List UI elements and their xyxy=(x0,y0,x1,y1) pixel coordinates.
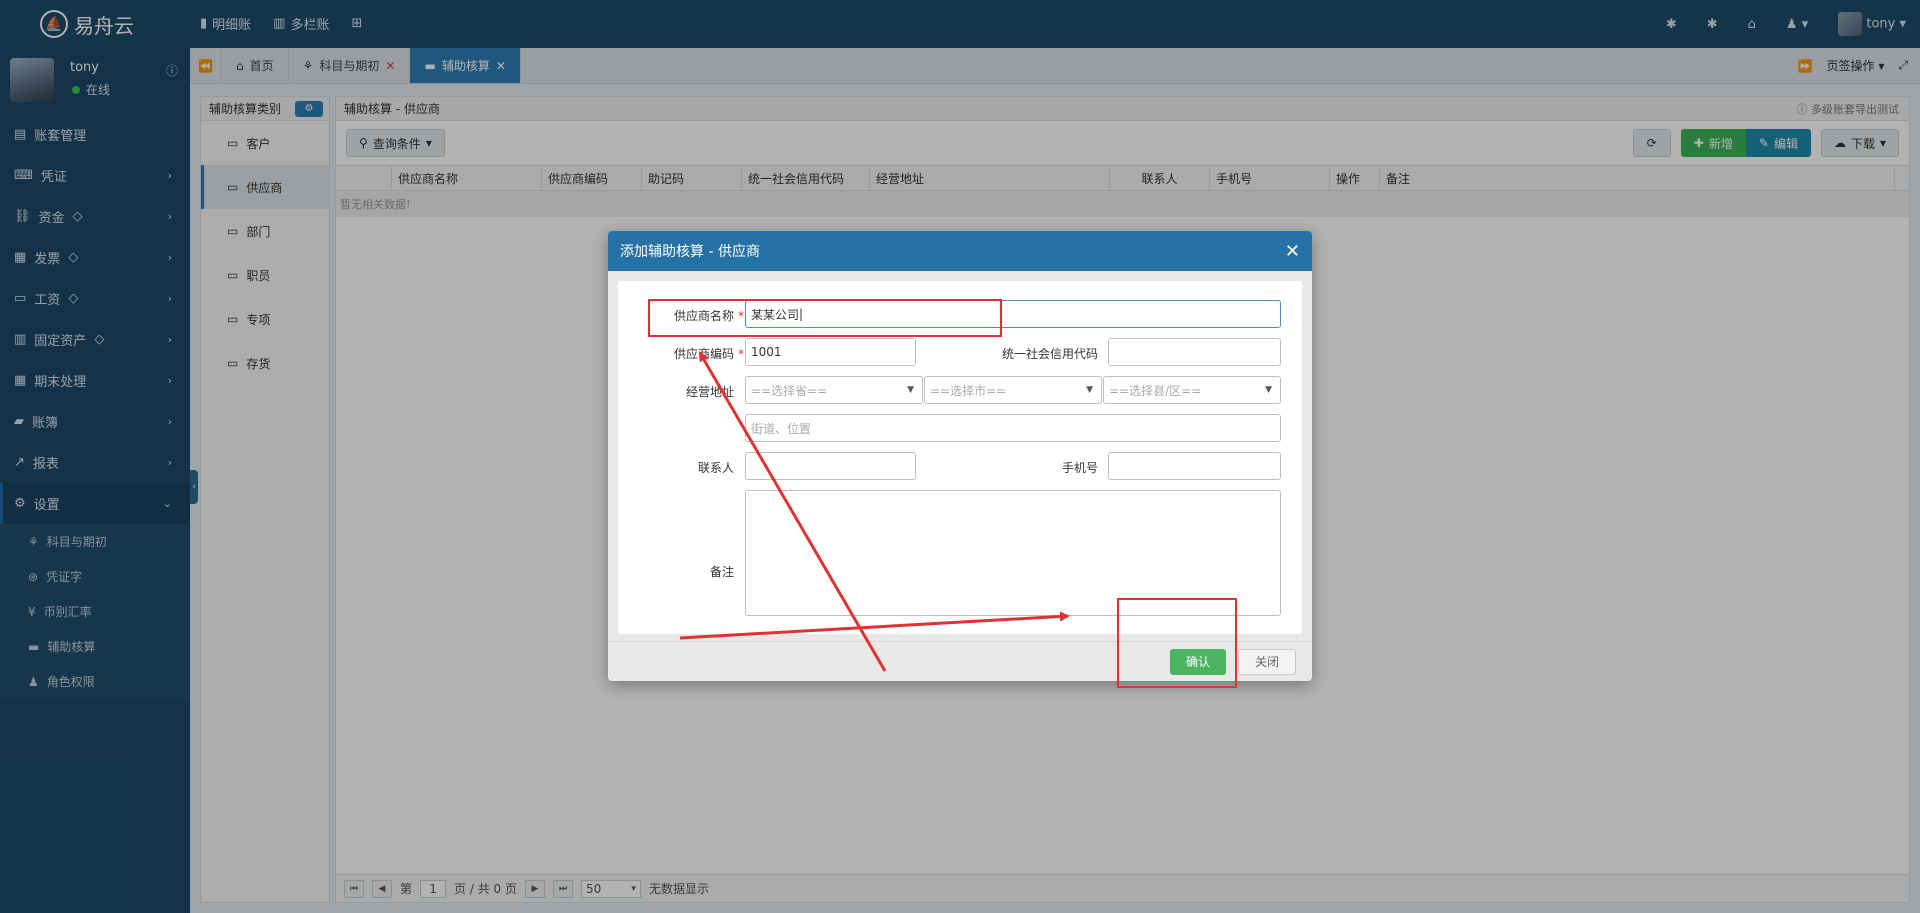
chevron-down-icon: ▼ xyxy=(1265,385,1272,395)
credit-code-label: 统一社会信用代码 xyxy=(1001,347,1098,361)
remark-label: 备注 xyxy=(709,565,734,579)
supplier-code-input[interactable]: 1001 xyxy=(745,338,916,366)
phone-input[interactable] xyxy=(1108,452,1281,480)
address-label: 经营地址 xyxy=(685,385,734,399)
province-select[interactable]: ==选择省== ▼ xyxy=(745,376,923,404)
close-button[interactable]: 关闭 xyxy=(1237,648,1296,675)
contact-label: 联系人 xyxy=(697,461,734,475)
highlight-box-name xyxy=(648,299,1002,337)
county-select[interactable]: ==选择县/区== ▼ xyxy=(1103,376,1281,404)
city-select[interactable]: ==选择市== ▼ xyxy=(924,376,1102,404)
phone-label: 手机号 xyxy=(1061,461,1098,475)
chevron-down-icon: ▼ xyxy=(1086,385,1093,395)
dialog-title: 添加辅助核算 - 供应商 xyxy=(620,244,760,260)
credit-code-input[interactable] xyxy=(1108,338,1281,366)
contact-input[interactable] xyxy=(745,452,916,480)
street-input[interactable]: 街道、位置 xyxy=(745,414,1281,442)
dialog-header: 添加辅助核算 - 供应商 ✕ xyxy=(608,231,1312,271)
chevron-down-icon: ▼ xyxy=(907,385,914,395)
supplier-code-label: 供应商编码 * xyxy=(673,347,744,361)
highlight-box-confirm xyxy=(1117,598,1237,688)
close-icon[interactable]: ✕ xyxy=(1285,241,1300,262)
